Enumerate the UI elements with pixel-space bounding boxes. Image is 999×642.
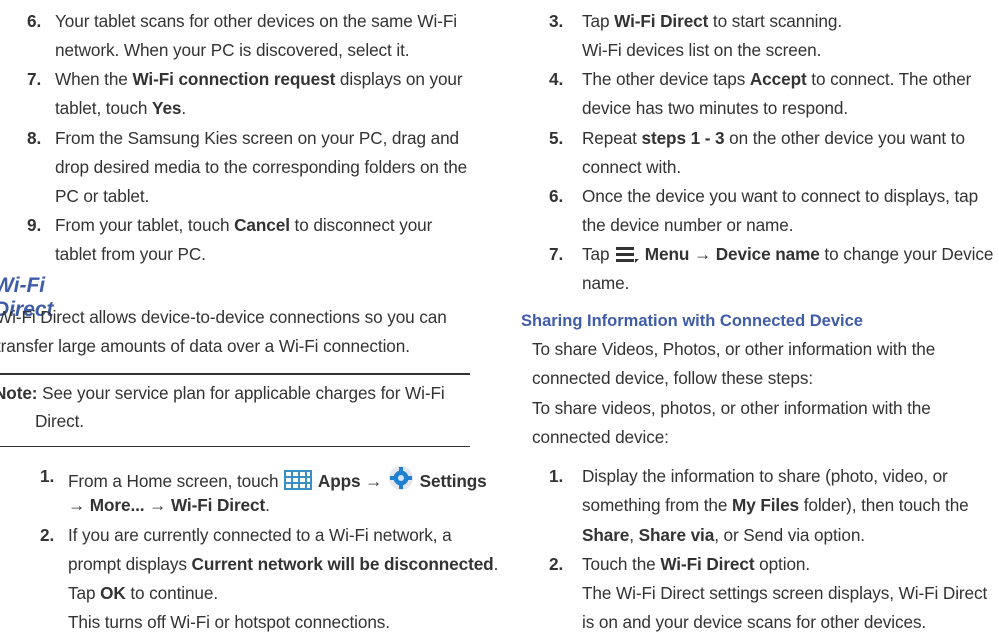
step-text: From a Home screen, touch Apps → Setting… bbox=[68, 465, 487, 496]
step-number: 7. bbox=[27, 69, 42, 89]
step-text: The other device taps Accept to connect.… bbox=[582, 69, 972, 89]
menu-icon bbox=[614, 244, 640, 269]
step-text: network. When your PC is discovered, sel… bbox=[55, 40, 410, 60]
step-text: From the Samsung Kies screen on your PC,… bbox=[55, 128, 459, 148]
step-text: Share, Share via, or Send via option. bbox=[582, 525, 865, 545]
step-text: Wi-Fi devices list on the screen. bbox=[582, 40, 822, 60]
step-text: the device number or name. bbox=[582, 215, 794, 235]
step-number: 1. bbox=[549, 466, 564, 486]
step-text: PC or tablet. bbox=[55, 186, 150, 206]
step-text: Display the information to share (photo,… bbox=[582, 466, 948, 486]
note-text: Direct. bbox=[35, 411, 84, 431]
step-number: 6. bbox=[27, 11, 42, 31]
step-number: 5. bbox=[549, 128, 564, 148]
step-text: Touch the Wi-Fi Direct option. bbox=[582, 554, 811, 574]
step-text: prompt displays Current network will be … bbox=[68, 554, 499, 574]
step-text: tablet from your PC. bbox=[55, 244, 206, 264]
step-text: If you are currently connected to a Wi-F… bbox=[68, 525, 452, 545]
step-number: 4. bbox=[549, 69, 564, 89]
step-text: connect with. bbox=[582, 157, 682, 177]
paragraph: connected device, follow these steps: bbox=[532, 368, 814, 388]
step-text: drop desired media to the corresponding … bbox=[55, 157, 468, 177]
step-number: 9. bbox=[27, 215, 42, 235]
step-number: 3. bbox=[549, 11, 564, 31]
note-bottom-rule bbox=[0, 446, 470, 447]
step-text: → More... → Wi-Fi Direct. bbox=[68, 495, 270, 515]
step-number: 8. bbox=[27, 128, 42, 148]
step-text: name. bbox=[582, 273, 630, 293]
step-number: 2. bbox=[549, 554, 564, 574]
apps-grid-icon bbox=[283, 469, 313, 496]
step-text: Once the device you want to connect to d… bbox=[582, 186, 979, 206]
paragraph: connected device: bbox=[532, 427, 669, 447]
step-text: Repeat steps 1 - 3 on the other device y… bbox=[582, 128, 965, 148]
step-number: 7. bbox=[549, 244, 564, 264]
step-text: Tap Wi-Fi Direct to start scanning. bbox=[582, 11, 842, 31]
step-text: Tap OK to continue. bbox=[68, 583, 219, 603]
step-text: something from the My Files folder), the… bbox=[582, 495, 969, 515]
step-text: Your tablet scans for other devices on t… bbox=[55, 11, 457, 31]
paragraph: Wi-Fi Direct allows device-to-device con… bbox=[0, 307, 447, 327]
step-number: 1. bbox=[40, 466, 55, 486]
subsection-heading: Sharing Information with Connected Devic… bbox=[521, 312, 863, 330]
step-text: The Wi-Fi Direct settings screen display… bbox=[582, 583, 988, 603]
step-number: 6. bbox=[549, 186, 564, 206]
step-text: tablet, touch Yes. bbox=[55, 98, 187, 118]
step-text: device has two minutes to respond. bbox=[582, 98, 849, 118]
note-top-rule bbox=[0, 373, 470, 375]
step-text: Tap Menu → Device name to change your De… bbox=[582, 243, 993, 269]
paragraph: To share videos, photos, or other inform… bbox=[532, 398, 931, 418]
step-text: This turns off Wi-Fi or hotspot connecti… bbox=[68, 612, 390, 632]
paragraph: transfer large amounts of data over a Wi… bbox=[0, 336, 410, 356]
step-number: 2. bbox=[40, 525, 55, 545]
step-text: From your tablet, touch Cancel to discon… bbox=[55, 215, 433, 235]
step-text: When the Wi-Fi connection request displa… bbox=[55, 69, 463, 89]
settings-gear-icon bbox=[387, 465, 415, 496]
note-text: Note: See your service plan for applicab… bbox=[0, 383, 445, 403]
step-text: is on and your device scans for other de… bbox=[582, 612, 927, 632]
paragraph: To share Videos, Photos, or other inform… bbox=[532, 339, 936, 359]
